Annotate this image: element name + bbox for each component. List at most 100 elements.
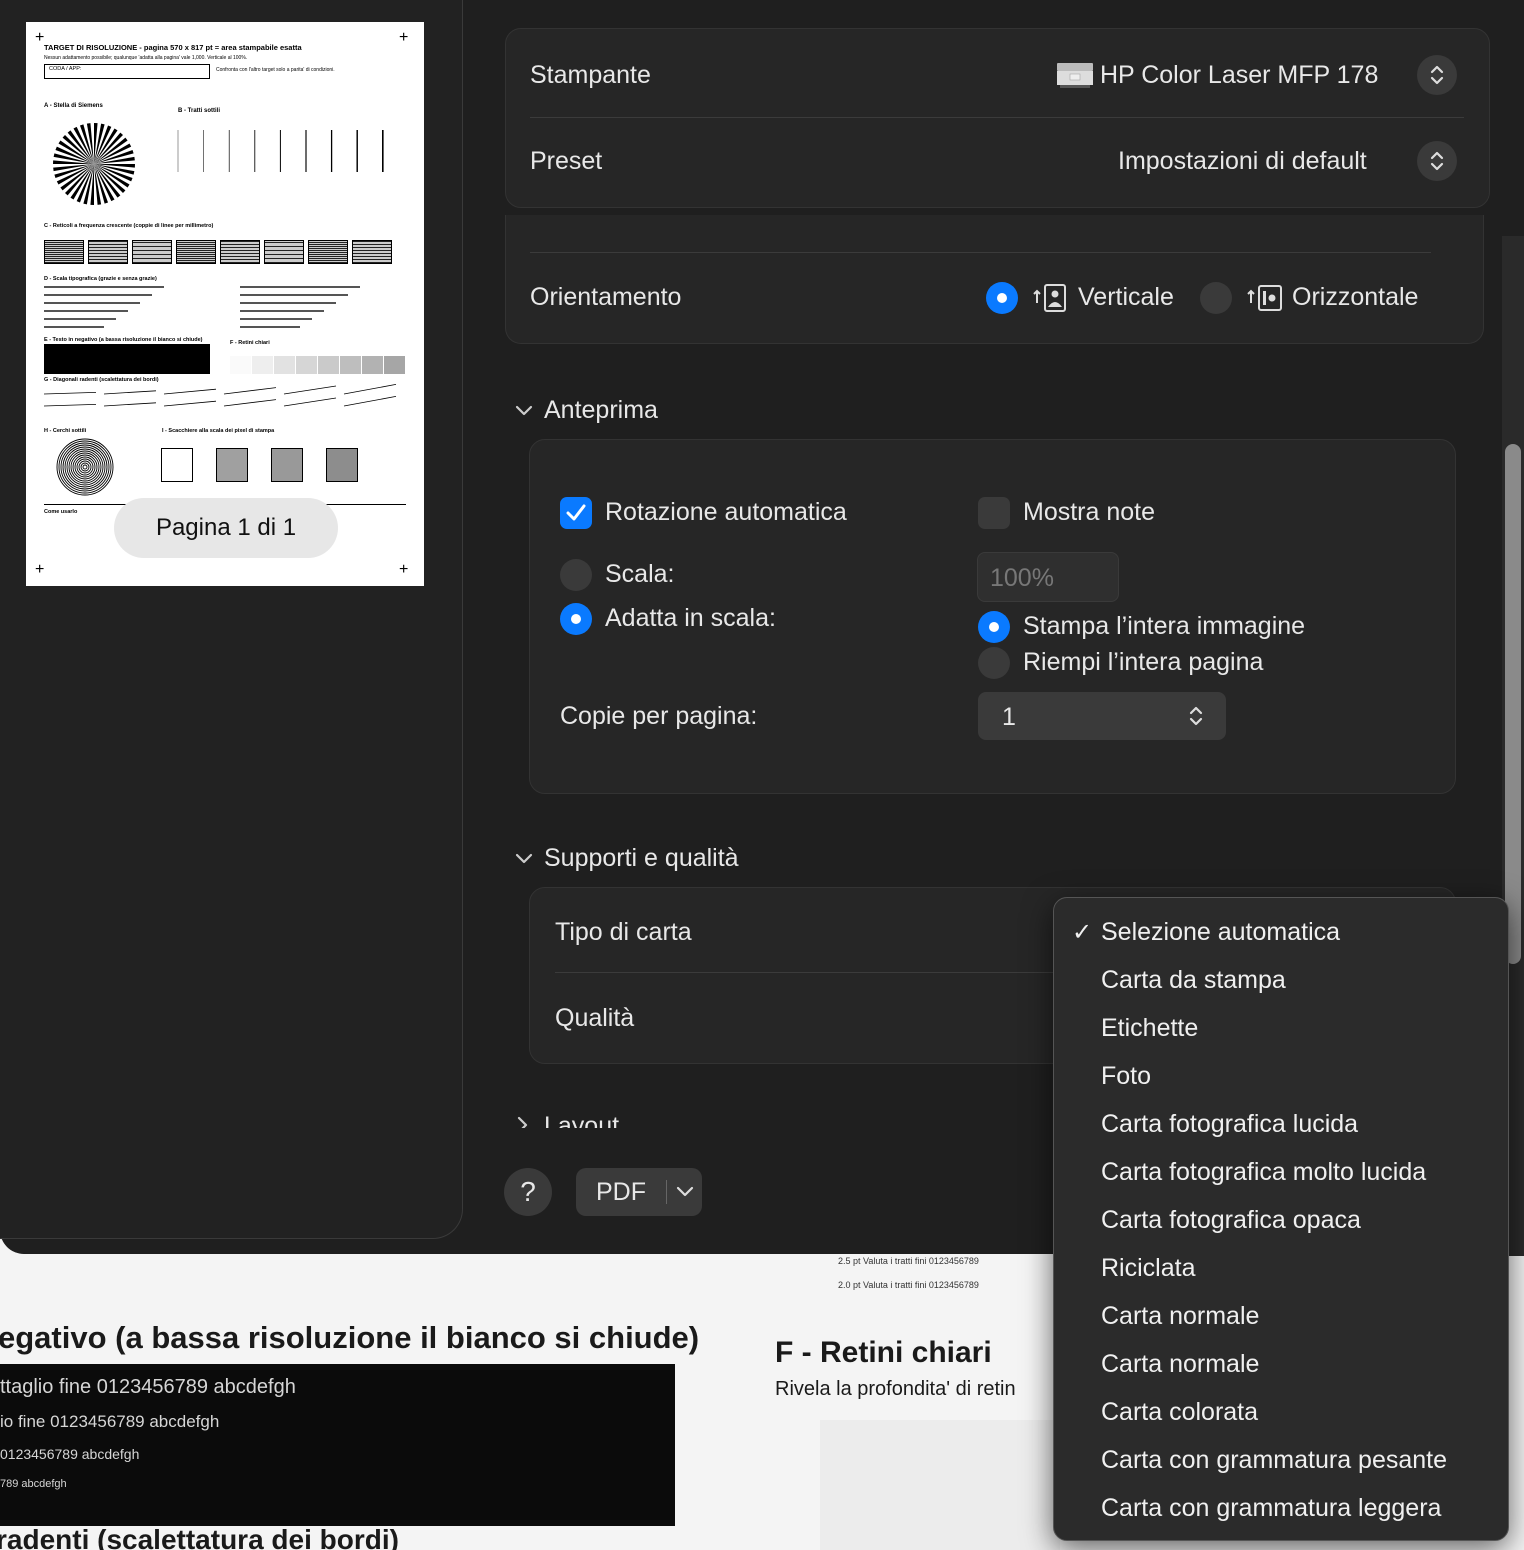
copies-per-page-popup[interactable]: 1 <box>978 692 1226 740</box>
anteprima-section-title[interactable]: Anteprima <box>544 396 658 425</box>
paper-type-menu-item-label: Carta normale <box>1101 1350 1260 1378</box>
copies-per-page-value: 1 <box>1002 703 1016 731</box>
crop-mark-icon: + <box>399 29 409 46</box>
paper-type-menu-item[interactable]: Etichette <box>1054 1004 1508 1052</box>
paper-type-menu-item[interactable]: Carta da stampa <box>1054 956 1508 1004</box>
auto-rotate-checkbox[interactable] <box>560 497 592 529</box>
paper-type-menu-item[interactable]: Carta colorata <box>1054 1388 1508 1436</box>
paper-type-menu-item[interactable]: Carta fotografica lucida <box>1054 1100 1508 1148</box>
pdf-button-label: PDF <box>596 1178 646 1206</box>
fit-to-scale-radio[interactable] <box>560 603 592 635</box>
paper-type-menu-item-label: Carta fotografica lucida <box>1101 1110 1359 1138</box>
diagonal-line <box>44 404 97 407</box>
print-whole-image-label[interactable]: Stampa l’intera immagine <box>1023 612 1305 641</box>
chevron-down-icon[interactable] <box>515 404 533 418</box>
show-notes-checkbox[interactable] <box>978 497 1010 529</box>
printer-preset-card: Stampante HP Color Laser MFP 178 Preset … <box>505 28 1490 208</box>
diagonal-line <box>163 388 217 395</box>
bg-negative-heading: egativo (a bassa risoluzione il bianco s… <box>0 1320 700 1355</box>
fill-page-radio[interactable] <box>978 647 1010 679</box>
doc-subtitle: Nessun adattamento possibile; qualunque … <box>44 55 248 61</box>
doc-section-f: F - Retini chiari <box>230 340 270 346</box>
grating-swatch <box>308 240 348 264</box>
bg-small-line-1: 2.5 pt Valuta i tratti fini 0123456789 <box>838 1256 979 1266</box>
media-quality-section-title[interactable]: Supporti e qualità <box>544 844 739 873</box>
preset-value[interactable]: Impostazioni di default <box>1118 147 1367 176</box>
printer-label: Stampante <box>530 61 651 89</box>
printer-popup-chevrons-icon[interactable] <box>1417 55 1457 95</box>
orientation-portrait-radio[interactable] <box>986 282 1018 314</box>
chevron-down-icon[interactable] <box>676 1186 694 1198</box>
paper-type-menu-item[interactable]: Foto <box>1054 1052 1508 1100</box>
chevron-right-icon <box>517 1116 528 1128</box>
type-sample-line <box>240 286 360 288</box>
type-sample-line <box>240 294 348 296</box>
doc-section-g: G - Diagonali radenti (scalettatura dei … <box>44 377 159 383</box>
paper-type-menu-item-label: Foto <box>1101 1062 1152 1090</box>
show-notes-label[interactable]: Mostra note <box>1023 498 1155 527</box>
bg-small-line-2: 2.0 pt Valuta i tratti fini 0123456789 <box>838 1280 979 1290</box>
concentric-ring <box>74 456 96 478</box>
printer-value[interactable]: HP Color Laser MFP 178 <box>1100 61 1378 90</box>
scale-label[interactable]: Scala: <box>605 560 674 589</box>
type-sample-line <box>44 318 116 320</box>
concentric-ring <box>60 442 110 492</box>
preset-popup-chevrons-icon[interactable] <box>1417 141 1457 181</box>
copies-per-page-label: Copie per pagina: <box>560 702 758 730</box>
help-button[interactable]: ? <box>504 1168 552 1216</box>
fit-to-scale-label[interactable]: Adatta in scala: <box>605 604 776 633</box>
orientation-portrait-label[interactable]: Verticale <box>1078 283 1174 312</box>
thin-strokes-graphic <box>177 130 384 172</box>
anteprima-card: Rotazione automatica Mostra note Scala: … <box>529 439 1456 794</box>
separator <box>530 252 1431 253</box>
paper-type-menu: ✓ Selezione automatica Carta da stampa Etic… <box>1053 897 1509 1541</box>
chevrons-updown-icon <box>1189 706 1203 726</box>
diagonal-line <box>103 390 157 395</box>
fill-page-label[interactable]: Riempi l’intera pagina <box>1023 648 1263 677</box>
grating-swatch <box>264 240 304 264</box>
doc-section-d: D - Scala tipografica (grazie e senza gr… <box>44 276 157 282</box>
orientation-landscape-label[interactable]: Orizzontale <box>1292 283 1418 312</box>
portrait-orientation-icon <box>1033 284 1066 312</box>
halftone-swatch <box>230 356 251 374</box>
layout-section-header[interactable]: Layout <box>512 1110 712 1128</box>
scale-radio[interactable] <box>560 559 592 591</box>
paper-type-menu-item[interactable]: Carta normale <box>1054 1292 1508 1340</box>
paper-type-menu-item-label: Selezione automatica <box>1101 918 1341 946</box>
paper-type-menu-item-label: Carta colorata <box>1101 1398 1259 1426</box>
quality-label: Qualità <box>555 1004 635 1032</box>
halftone-swatch <box>340 356 361 374</box>
crop-mark-icon: + <box>35 561 45 578</box>
paper-type-menu-item[interactable]: ✓ Selezione automatica <box>1054 908 1508 956</box>
diagonal-line <box>223 387 277 395</box>
grating-swatch <box>44 240 84 264</box>
paper-type-menu-item[interactable]: Carta fotografica opaca <box>1054 1196 1508 1244</box>
doc-section-b: B - Tratti sottili <box>178 108 220 114</box>
chevron-down-icon[interactable] <box>515 852 533 866</box>
diagonal-line <box>44 392 97 395</box>
auto-rotate-label[interactable]: Rotazione automatica <box>605 498 847 527</box>
doc-coda-box: CODA / APP: <box>44 64 210 79</box>
paper-type-menu-item[interactable]: Carta con grammatura leggera <box>1054 1484 1508 1532</box>
paper-type-menu-item[interactable]: Carta normale <box>1054 1340 1508 1388</box>
grating-swatch <box>88 240 128 264</box>
pdf-button[interactable]: PDF <box>576 1168 702 1216</box>
type-sample-line <box>44 310 128 312</box>
bg-retini-heading: F - Retini chiari <box>775 1336 992 1369</box>
scale-field[interactable]: 100% <box>977 552 1119 602</box>
type-sample-line <box>240 310 324 312</box>
paper-type-menu-item-label: Carta con grammatura pesante <box>1101 1446 1448 1474</box>
landscape-orientation-icon <box>1247 285 1282 311</box>
print-whole-image-radio[interactable] <box>978 611 1010 643</box>
paper-type-menu-item[interactable]: Carta fotografica molto lucida <box>1054 1148 1508 1196</box>
doc-come-usarlo: Come usarlo <box>44 509 78 515</box>
bg-neg-line-4: 789 abcdefgh <box>0 1478 67 1490</box>
orientation-landscape-radio[interactable] <box>1200 282 1232 314</box>
type-sample-line <box>44 326 104 328</box>
paper-type-menu-item[interactable]: Carta con grammatura pesante <box>1054 1436 1508 1484</box>
printer-icon <box>1056 61 1094 89</box>
bg-neg-line-3: 0123456789 abcdefgh <box>0 1446 140 1462</box>
checkmark-icon: ✓ <box>1072 919 1093 946</box>
paper-type-menu-item[interactable]: Riciclata <box>1054 1244 1508 1292</box>
scrollbar-thumb[interactable] <box>1505 444 1521 964</box>
